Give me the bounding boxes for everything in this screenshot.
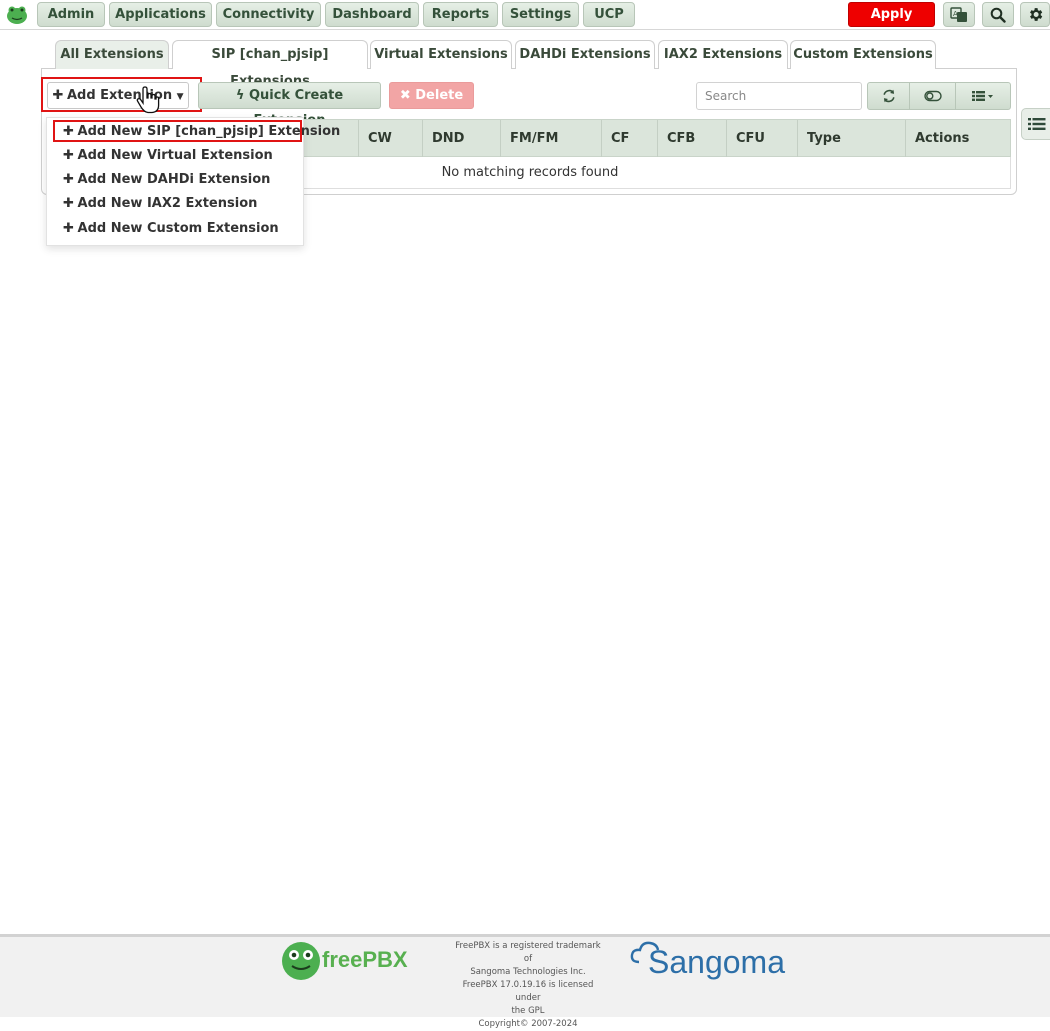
col-actions[interactable]: Actions	[905, 120, 1010, 158]
menu-item-add-iax2[interactable]: ✚ Add New IAX2 Extension	[47, 192, 305, 216]
tab-dahdi-extensions[interactable]: DAHDi Extensions	[515, 40, 655, 69]
col-cf[interactable]: CF	[601, 120, 657, 158]
tab-all-extensions[interactable]: All Extensions	[55, 40, 169, 69]
col-fmfm[interactable]: FM/FM	[500, 120, 601, 158]
plus-icon: ✚	[63, 124, 74, 139]
refresh-icon[interactable]	[867, 82, 910, 110]
language-icon[interactable]: A	[943, 2, 975, 27]
plus-icon: ✚	[63, 148, 74, 163]
footer-line: the GPL	[511, 1006, 545, 1016]
side-list-icon[interactable]	[1021, 108, 1050, 140]
hand-cursor-icon	[135, 86, 161, 114]
col-cfu[interactable]: CFU	[726, 120, 797, 158]
menu-item-add-custom[interactable]: ✚ Add New Custom Extension	[47, 217, 305, 241]
columns-icon[interactable]	[955, 82, 1011, 110]
freepbx-logo-icon[interactable]	[281, 941, 321, 981]
plus-icon: ✚	[63, 221, 74, 236]
add-extension-button[interactable]: ✚ Add Extension ▼	[47, 82, 189, 109]
tab-sip-extensions[interactable]: SIP [chan_pjsip] Extensions	[172, 40, 368, 89]
nav-dashboard[interactable]: Dashboard	[325, 2, 419, 27]
footer-legal-text: FreePBX is a registered trademark of San…	[451, 940, 605, 1031]
sangoma-wordmark: Sangoma	[648, 944, 785, 980]
caret-down-icon: ▼	[176, 92, 184, 102]
col-dnd[interactable]: DND	[422, 120, 500, 158]
menu-item-label: Add New IAX2 Extension	[77, 196, 258, 211]
close-icon: ✖	[399, 88, 411, 103]
nav-ucp[interactable]: UCP	[583, 2, 635, 27]
menu-item-add-sip[interactable]: ✚ Add New SIP [chan_pjsip] Extension	[47, 120, 340, 144]
gear-icon[interactable]	[1020, 2, 1050, 27]
col-cfb[interactable]: CFB	[657, 120, 726, 158]
freepbx-wordmark: freePBX	[322, 947, 408, 972]
nav-applications[interactable]: Applications	[109, 2, 212, 27]
apply-config-button[interactable]: Apply Config	[848, 2, 935, 45]
plus-icon: ✚	[63, 172, 74, 187]
plus-icon: ✚	[63, 196, 74, 211]
nav-connectivity[interactable]: Connectivity	[216, 2, 321, 27]
menu-item-add-dahdi[interactable]: ✚ Add New DAHDi Extension	[47, 168, 305, 192]
footer-line: FreePBX is a registered trademark of	[455, 941, 601, 964]
search-input[interactable]	[696, 82, 862, 110]
search-icon[interactable]	[982, 2, 1014, 27]
delete-button[interactable]: ✖ Delete	[389, 82, 474, 109]
nav-admin[interactable]: Admin	[37, 2, 105, 27]
tab-iax2-extensions[interactable]: IAX2 Extensions	[658, 40, 788, 69]
toggle-icon[interactable]	[909, 82, 956, 110]
add-extension-dropdown: ✚ Add New SIP [chan_pjsip] Extension ✚ A…	[46, 117, 340, 246]
footer-line: Copyright© 2007-2024	[478, 1019, 578, 1029]
menu-item-add-virtual[interactable]: ✚ Add New Virtual Extension	[47, 144, 305, 168]
delete-label: Delete	[415, 88, 464, 103]
col-type[interactable]: Type	[797, 120, 905, 158]
menu-item-label: Add New DAHDi Extension	[77, 172, 271, 187]
svg-text:A: A	[953, 10, 958, 18]
footer-line: Sangoma Technologies Inc.	[470, 967, 586, 977]
menu-item-label: Add New Custom Extension	[77, 221, 279, 236]
menu-item-label: Add New Virtual Extension	[77, 148, 273, 163]
tab-custom-extensions[interactable]: Custom Extensions	[790, 40, 936, 69]
top-navbar: Admin Applications Connectivity Dashboar…	[0, 0, 1050, 45]
nav-settings[interactable]: Settings	[502, 2, 579, 27]
quick-create-extension-button[interactable]: ϟ Quick Create Extension	[198, 82, 381, 128]
nav-reports[interactable]: Reports	[423, 2, 498, 27]
col-cw[interactable]: CW	[358, 120, 422, 158]
bolt-icon: ϟ	[235, 88, 245, 103]
freepbx-logo-icon[interactable]	[6, 5, 28, 25]
menu-item-label: Add New SIP [chan_pjsip] Extension	[77, 124, 341, 139]
footer-line: FreePBX 17.0.19.16 is licensed under	[462, 980, 594, 1003]
plus-icon: ✚	[52, 88, 64, 103]
tab-virtual-extensions[interactable]: Virtual Extensions	[370, 40, 512, 69]
